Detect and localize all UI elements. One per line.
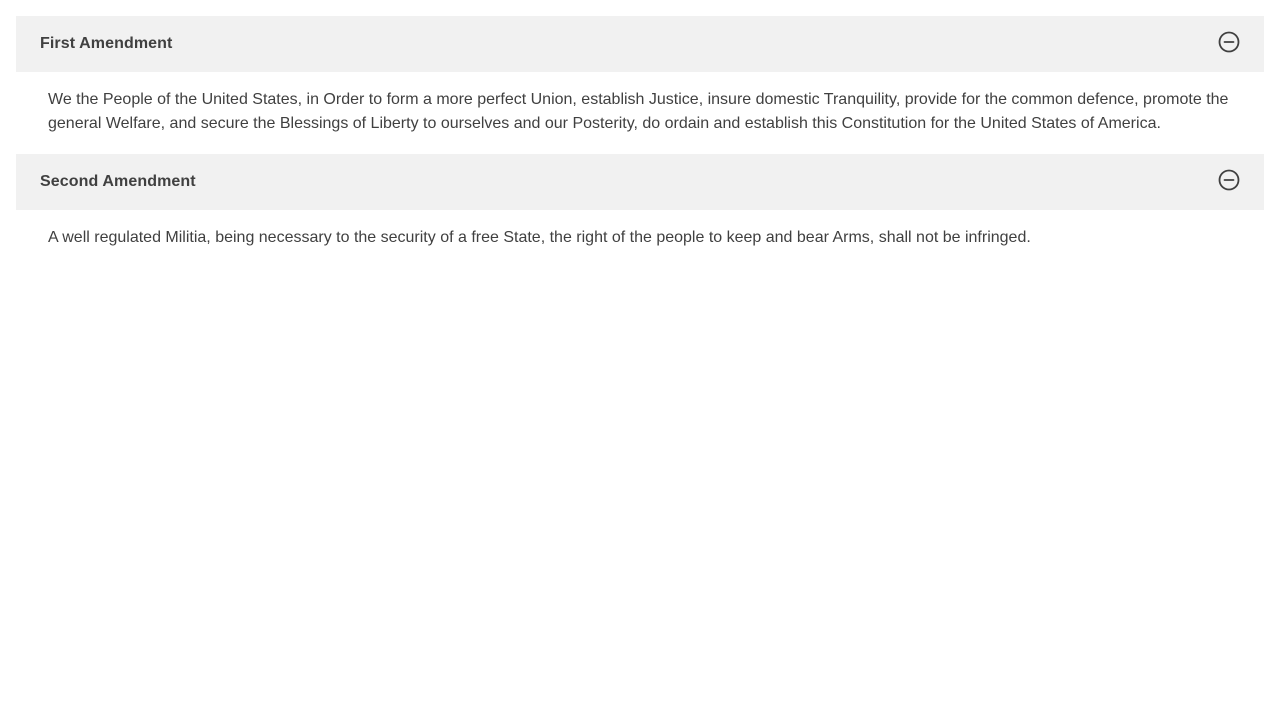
minus-circle-icon[interactable] xyxy=(1218,31,1240,53)
accordion: First Amendment We the People of the Uni… xyxy=(16,16,1264,268)
accordion-panel-text: A well regulated Militia, being necessar… xyxy=(48,229,1031,246)
accordion-item-second-amendment: Second Amendment A well regulated Militi… xyxy=(16,154,1264,268)
accordion-title: First Amendment xyxy=(40,35,173,52)
accordion-title: Second Amendment xyxy=(40,173,196,190)
minus-circle-icon[interactable] xyxy=(1218,169,1240,191)
accordion-header-second-amendment[interactable]: Second Amendment xyxy=(16,154,1264,210)
accordion-item-first-amendment: First Amendment We the People of the Uni… xyxy=(16,16,1264,154)
accordion-panel-text: We the People of the United States, in O… xyxy=(48,91,1229,132)
accordion-header-first-amendment[interactable]: First Amendment xyxy=(16,16,1264,72)
